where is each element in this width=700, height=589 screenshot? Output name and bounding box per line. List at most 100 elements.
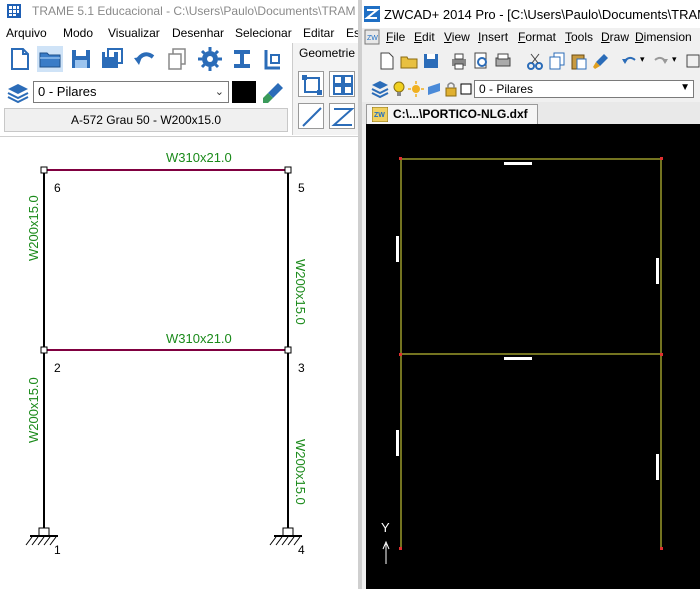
node-marker[interactable] — [40, 346, 48, 354]
trame-toolbar — [0, 43, 290, 75]
cad-text-mark — [504, 162, 532, 165]
gear-icon[interactable] — [197, 46, 223, 72]
copy-icon[interactable] — [164, 46, 190, 72]
cad-node-point[interactable] — [660, 157, 663, 160]
lightbulb-icon[interactable] — [392, 81, 406, 97]
tab-label: C:\...\PORTICO-NLG.dxf — [393, 107, 528, 121]
geometry-panel-label: Geometrie — [299, 46, 356, 60]
zwcad-menu-bar: ZW File Edit View Insert Format Tools Dr… — [362, 28, 700, 46]
save-icon[interactable] — [68, 46, 94, 72]
menu-insert[interactable]: Insert — [478, 30, 508, 44]
cad-text-mark — [656, 258, 659, 284]
print-preview-icon[interactable] — [472, 52, 490, 70]
zwcad-title-bar: ZWCAD+ 2014 Pro - [C:\Users\Paulo\Docume… — [362, 0, 700, 28]
trame-title-bar: TRAME 5.1 Educacional - C:\Users\Paulo\D… — [0, 0, 358, 22]
zwcad-layer-select[interactable]: 0 - Pilares ▼ — [474, 80, 694, 98]
save-icon[interactable] — [422, 52, 440, 70]
node-label-3: 3 — [298, 361, 305, 375]
lock-icon[interactable] — [444, 81, 458, 97]
menu-modo[interactable]: Modo — [63, 26, 93, 40]
cad-node-point[interactable] — [399, 157, 402, 160]
menu-arquivo[interactable]: Arquivo — [6, 26, 47, 40]
svg-text:ZW: ZW — [374, 112, 385, 119]
layer-select[interactable]: 0 - Pilares ⌄ — [33, 81, 229, 103]
open-folder-icon[interactable] — [37, 46, 63, 72]
zwcad-app-icon — [364, 6, 380, 22]
trame-layer-row: 0 - Pilares ⌄ — [0, 78, 290, 108]
tab-portico-nlg[interactable]: ZW C:\...\PORTICO-NLG.dxf — [366, 104, 538, 124]
layers-icon[interactable] — [6, 81, 30, 105]
cad-node-point[interactable] — [660, 547, 663, 550]
open-folder-icon[interactable] — [400, 52, 418, 70]
menu-tools[interactable]: Tools — [565, 30, 593, 44]
cad-node-point[interactable] — [660, 353, 663, 356]
document-tab-bar: ZW C:\...\PORTICO-NLG.dxf — [362, 102, 700, 124]
line-tool-icon[interactable] — [298, 103, 324, 129]
node-label-1: 1 — [54, 543, 61, 557]
menu-file[interactable]: File — [386, 30, 405, 44]
layer-viewport-icon[interactable] — [426, 81, 442, 97]
plot-icon[interactable] — [494, 52, 512, 70]
node-label-5: 5 — [298, 181, 305, 195]
cad-text-mark — [656, 454, 659, 480]
save-as-icon[interactable] — [99, 46, 125, 72]
i-beam-icon[interactable] — [229, 46, 255, 72]
cut-icon[interactable] — [526, 52, 544, 70]
menu-dimension[interactable]: Dimension — [635, 30, 692, 44]
zwcad-layer-toolbar: 0 - Pilares ▼ — [362, 77, 700, 101]
zwcad-layer-select-value: 0 - Pilares — [479, 82, 534, 96]
redo-icon[interactable] — [652, 52, 670, 70]
menu-editar[interactable]: Editar — [303, 26, 334, 40]
column-right-bottom-label: W200x15.0 — [293, 439, 308, 505]
cad-drawing-canvas[interactable]: Y — [366, 124, 700, 589]
menu-desenhar[interactable]: Desenhar — [172, 26, 224, 40]
menu-visualizar[interactable]: Visualizar — [108, 26, 160, 40]
node-label-4: 4 — [298, 543, 305, 557]
chevron-down-icon[interactable]: ▾ — [672, 54, 677, 65]
node-label-2: 2 — [54, 361, 61, 375]
polyline-tool-icon[interactable] — [329, 103, 355, 129]
menu-view[interactable]: View — [444, 30, 470, 44]
chevron-down-icon[interactable]: ▾ — [640, 54, 645, 65]
chevron-down-icon: ⌄ — [214, 86, 224, 98]
menu-edit[interactable]: Edit — [414, 30, 435, 44]
node-marker[interactable] — [284, 166, 292, 174]
trame-title-text: TRAME 5.1 Educacional - C:\Users\Paulo\D… — [32, 4, 356, 18]
undo-icon[interactable] — [131, 46, 157, 72]
trame-window: TRAME 5.1 Educacional - C:\Users\Paulo\D… — [0, 0, 358, 589]
menu-format[interactable]: Format — [518, 30, 556, 44]
layer-color-icon[interactable] — [460, 83, 472, 95]
cad-node-point[interactable] — [399, 353, 402, 356]
grid-icon[interactable] — [329, 71, 355, 97]
new-file-icon[interactable] — [378, 52, 396, 70]
paint-brush-icon[interactable] — [260, 80, 286, 106]
sun-icon[interactable] — [408, 81, 424, 97]
new-file-icon[interactable] — [6, 46, 32, 72]
match-properties-icon[interactable] — [592, 52, 610, 70]
print-icon[interactable] — [450, 52, 468, 70]
menu-draw[interactable]: Draw — [601, 30, 629, 44]
zwcad-standard-toolbar: ▾ ▾ — [362, 48, 700, 74]
column-left-top-label: W200x15.0 — [26, 195, 41, 261]
zwcad-window: ZWCAD+ 2014 Pro - [C:\Users\Paulo\Docume… — [362, 0, 700, 589]
copy-icon[interactable] — [548, 52, 566, 70]
column-left-bottom-label: W200x15.0 — [26, 377, 41, 443]
pan-icon[interactable] — [684, 52, 700, 70]
chevron-down-icon: ▼ — [680, 82, 690, 93]
document-menu-icon[interactable]: ZW — [364, 29, 380, 45]
paste-icon[interactable] — [570, 52, 588, 70]
zwcad-title-text: ZWCAD+ 2014 Pro - [C:\Users\Paulo\Docume… — [384, 7, 700, 22]
node-tool-icon[interactable] — [260, 46, 286, 72]
menu-selecionar[interactable]: Selecionar — [235, 26, 292, 40]
node-marker[interactable] — [284, 346, 292, 354]
undo-icon[interactable] — [620, 52, 638, 70]
node-select-icon[interactable] — [298, 71, 324, 97]
node-label-6: 6 — [54, 181, 61, 195]
column-right-top-label: W200x15.0 — [293, 259, 308, 325]
layers-icon[interactable] — [370, 79, 390, 99]
node-marker[interactable] — [40, 166, 48, 174]
cad-node-point[interactable] — [399, 547, 402, 550]
frame-drawing[interactable]: W310x21.0 W310x21.0 W200x15.0 W200x15.0 … — [0, 137, 358, 589]
layer-color-swatch[interactable] — [232, 81, 256, 103]
menu-es[interactable]: Es — [346, 26, 358, 40]
